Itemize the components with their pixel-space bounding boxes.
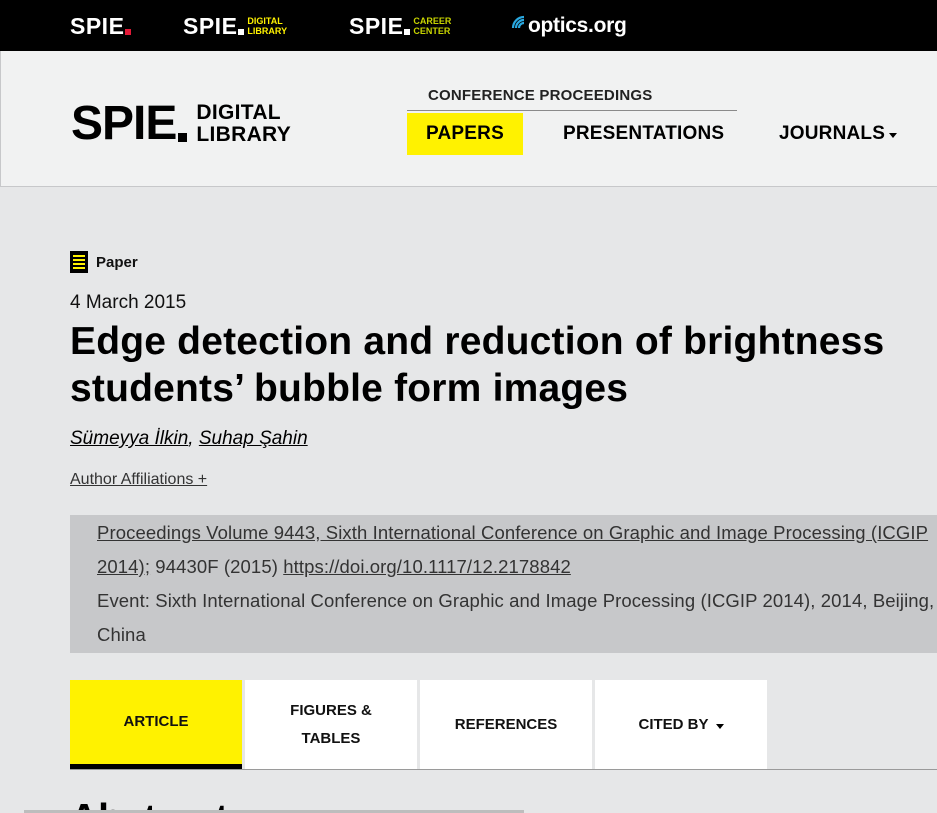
spie-digital-library-logo[interactable]: SPIE DIGITAL LIBRARY [71,100,291,148]
sub-line-1: DIGITAL [247,16,283,26]
nav-journals[interactable]: JOURNALS [779,113,898,155]
event-line-1: Event: Sixth International Conference on… [97,590,935,611]
tab-cited-by-label: CITED BY [638,716,709,733]
optics-org-label: optics.org [528,14,627,37]
proceedings-line-1: Proceedings Volume 9443, Sixth Internati… [97,522,928,544]
spie-brand: SPIE [70,12,125,39]
spie-career-center-link[interactable]: SPIE CAREER CENTER [349,11,451,41]
tab-article[interactable]: ARTICLE [70,680,242,770]
author-link[interactable]: Suhap Şahin [199,428,308,449]
title-line-2: students’ bubble form images [70,367,629,410]
tab-figures-line-2: TABLES [301,730,361,747]
tab-figures-tables[interactable]: FIGURES & TABLES [245,680,417,770]
tab-figures-line-1: FIGURES & [290,702,372,719]
spie-home-link[interactable]: SPIE [70,11,132,41]
sub-line-2: CENTER [413,26,451,36]
author-affiliations-toggle[interactable]: Author Affiliations + [70,471,207,489]
tabs-divider [70,769,937,770]
spie-digital-library-link[interactable]: SPIE DIGITAL LIBRARY [183,11,287,41]
spie-brand: SPIE [183,12,238,39]
brand-bar: SPIE SPIE DIGITAL LIBRARY SPIE CAREER CE… [0,0,937,51]
sub-line-1: CAREER [413,16,452,26]
section-label: CONFERENCE PROCEEDINGS [428,87,653,104]
author-separator: , [188,428,194,449]
article-id: 94430F (2015) [150,556,284,577]
spie-dot-icon [125,28,132,35]
optics-org-link[interactable]: optics.org [510,11,627,41]
spie-dot-icon [238,28,245,35]
career-center-sub: CAREER CENTER [413,16,451,36]
doi-link[interactable]: https://doi.org/10.1117/12.2178842 [283,556,571,577]
proceedings-line-2: 2014); 94430F (2015) https://doi.org/10.… [97,556,571,578]
proceedings-info: Proceedings Volume 9443, Sixth Internati… [70,515,937,653]
nav-papers[interactable]: PAPERS [407,113,523,155]
tab-figures-label: FIGURES & TABLES [290,697,372,753]
spie-brand: SPIE [349,12,404,39]
caret-down-icon [889,132,898,138]
logo-dot-icon [178,132,188,142]
title-line-1: Edge detection and reduction of brightne… [70,320,885,363]
logo-subtitle: DIGITAL LIBRARY [196,102,291,146]
content-type-badge: Paper [70,251,138,273]
nav-presentations[interactable]: PRESENTATIONS [563,113,724,155]
paper-document-icon [70,251,88,273]
sub-line-2: LIBRARY [247,26,288,36]
content-type-label: Paper [96,253,138,271]
logo-sub-line-1: DIGITAL [196,101,281,124]
logo-wordmark: SPIE [71,97,177,150]
author-list: Sümeyya İlkin, Suhap Şahin [70,428,308,450]
author-link[interactable]: Sümeyya İlkin [70,428,188,449]
event-line-2: China [97,624,146,645]
section-divider [407,110,737,111]
logo-sub-line-2: LIBRARY [196,123,292,146]
optics-arc-icon [511,15,525,29]
tab-references[interactable]: REFERENCES [420,680,592,770]
tab-cited-by[interactable]: CITED BY [595,680,767,770]
nav-journals-label: JOURNALS [779,123,886,144]
caret-down-icon [715,723,724,729]
page-title: Edge detection and reduction of brightne… [70,318,937,412]
digital-library-sub: DIGITAL LIBRARY [247,16,287,36]
proceedings-volume-link[interactable]: Proceedings Volume 9443, Sixth Internati… [97,522,928,543]
site-header: SPIE DIGITAL LIBRARY CONFERENCE PROCEEDI… [0,51,937,187]
publication-date: 4 March 2015 [70,292,187,313]
spie-dot-icon [404,28,411,35]
proceedings-volume-link-cont[interactable]: 2014); [97,556,150,577]
